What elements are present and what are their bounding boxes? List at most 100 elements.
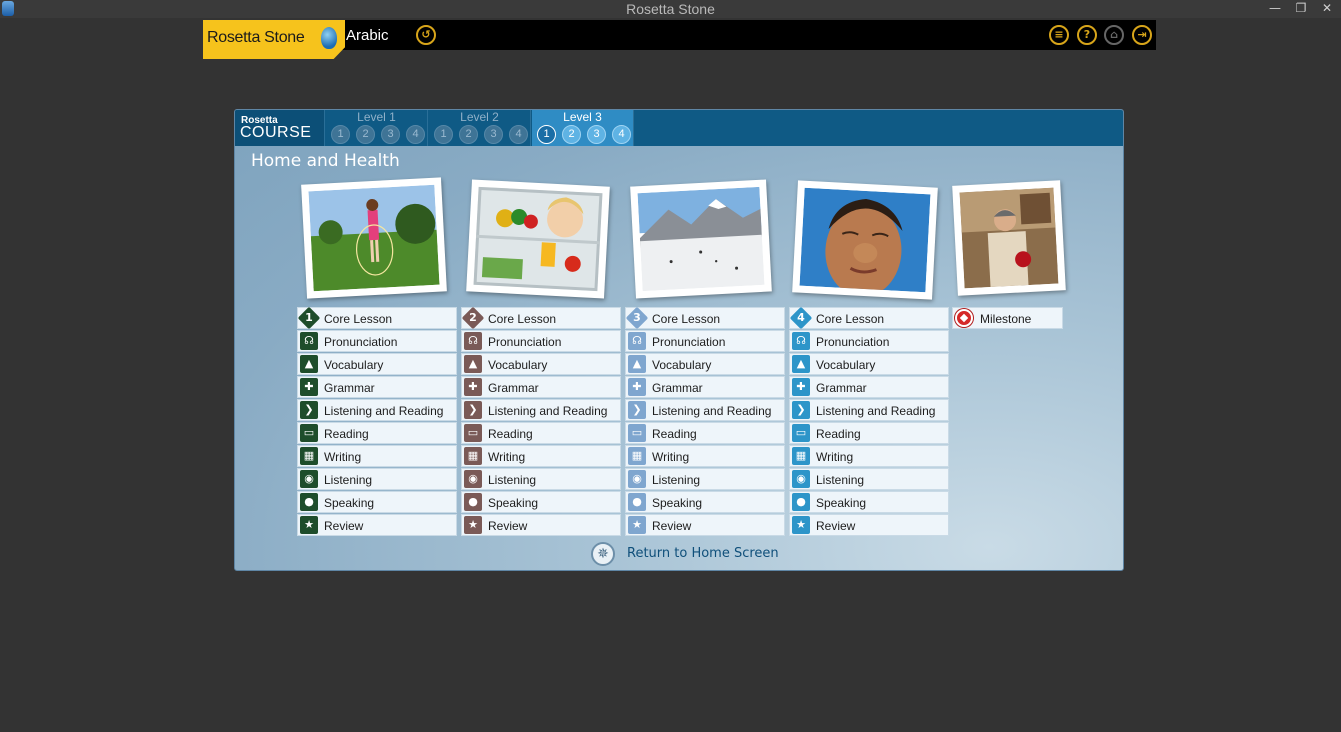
vocabulary-icon: ▲ — [464, 355, 482, 373]
lesson-review[interactable]: ★ Review — [789, 514, 949, 536]
lesson-label: Grammar — [324, 381, 375, 395]
milestone-item[interactable]: Milestone — [952, 307, 1063, 329]
lesson-listening-reading[interactable]: ❯ Listening and Reading — [297, 399, 457, 421]
lesson-label: Grammar — [652, 381, 703, 395]
lesson-listening[interactable]: ◉ Listening — [461, 468, 621, 490]
lesson-speaking[interactable]: ● Speaking — [297, 491, 457, 513]
lesson-label: Listening and Reading — [652, 404, 772, 418]
lesson-label: Core Lesson — [816, 312, 885, 326]
lesson-reading[interactable]: ▭ Reading — [297, 422, 457, 444]
compass-icon: ✵ — [591, 542, 615, 566]
lesson-vocabulary[interactable]: ▲ Vocabulary — [625, 353, 785, 375]
lesson-label: Review — [652, 519, 692, 533]
listening-icon: ◉ — [300, 470, 318, 488]
lesson-vocabulary[interactable]: ▲ Vocabulary — [789, 353, 949, 375]
help-icon[interactable]: ? — [1077, 25, 1097, 45]
lesson-speaking[interactable]: ● Speaking — [789, 491, 949, 513]
level-1-unit-4[interactable]: 4 — [406, 125, 425, 144]
lesson-listening-reading[interactable]: ❯ Listening and Reading — [461, 399, 621, 421]
pronunciation-icon: ☊ — [792, 332, 810, 350]
minimize-button[interactable]: — — [1264, 0, 1286, 16]
lesson-pronunciation[interactable]: ☊ Pronunciation — [789, 330, 949, 352]
home-icon[interactable]: ⌂ — [1104, 25, 1124, 45]
level-2-unit-1[interactable]: 1 — [434, 125, 453, 144]
lesson-writing[interactable]: ▦ Writing — [461, 445, 621, 467]
lesson-3-photo[interactable] — [630, 179, 772, 299]
lesson-label: Writing — [324, 450, 362, 464]
level-2-unit-2[interactable]: 2 — [459, 125, 478, 144]
grammar-icon: ✚ — [464, 378, 482, 396]
lesson-grammar[interactable]: ✚ Grammar — [789, 376, 949, 398]
lesson-label: Review — [324, 519, 364, 533]
level-1-tab[interactable]: Level 1 1 2 3 4 — [326, 110, 428, 146]
lesson-core[interactable]: 4 Core Lesson — [789, 306, 949, 330]
lesson-reading[interactable]: ▭ Reading — [461, 422, 621, 444]
level-3-unit-4[interactable]: 4 — [612, 125, 631, 144]
level-3-unit-1[interactable]: 1 — [537, 125, 556, 144]
lesson-speaking[interactable]: ● Speaking — [625, 491, 785, 513]
lesson-label: Speaking — [488, 496, 539, 510]
lesson-pronunciation[interactable]: ☊ Pronunciation — [461, 330, 621, 352]
lesson-label: Vocabulary — [488, 358, 548, 372]
lesson-speaking[interactable]: ● Speaking — [461, 491, 621, 513]
close-button[interactable]: ✕ — [1316, 0, 1338, 16]
lesson-label: Speaking — [652, 496, 703, 510]
level-2-unit-3[interactable]: 3 — [484, 125, 503, 144]
level-1-unit-3[interactable]: 3 — [381, 125, 400, 144]
lesson-label: Reading — [652, 427, 697, 441]
exit-icon[interactable]: ⇥ — [1132, 25, 1152, 45]
lesson-4-photo[interactable] — [792, 180, 938, 300]
lesson-grammar[interactable]: ✚ Grammar — [461, 376, 621, 398]
lesson-core[interactable]: 3 Core Lesson — [625, 306, 785, 330]
restore-button[interactable]: ❐ — [1290, 0, 1312, 16]
lesson-grammar[interactable]: ✚ Grammar — [625, 376, 785, 398]
lesson-label: Vocabulary — [324, 358, 384, 372]
listening-icon: ◉ — [628, 470, 646, 488]
lesson-1-photo[interactable] — [301, 177, 447, 299]
lesson-reading[interactable]: ▭ Reading — [625, 422, 785, 444]
listening-reading-icon: ❯ — [628, 401, 646, 419]
lesson-2-photo[interactable] — [466, 179, 610, 299]
lesson-vocabulary[interactable]: ▲ Vocabulary — [297, 353, 457, 375]
lesson-label: Listening and Reading — [816, 404, 936, 418]
lesson-label: Listening and Reading — [324, 404, 444, 418]
lesson-writing[interactable]: ▦ Writing — [297, 445, 457, 467]
list-menu-icon[interactable]: ≡ — [1049, 25, 1069, 45]
unit-1-lessons: 1 Core Lesson ☊ Pronunciation ▲ Vocabulary … — [297, 306, 457, 537]
lesson-grammar[interactable]: ✚ Grammar — [297, 376, 457, 398]
core-lesson-icon: 4 — [789, 306, 813, 330]
level-2-tab[interactable]: Level 2 1 2 3 4 — [429, 110, 531, 146]
pronunciation-icon: ☊ — [628, 332, 646, 350]
app-header: Rosetta Stone Arabic ↺ ≡ ? ⌂ ⇥ — [203, 20, 1156, 59]
lesson-label: Core Lesson — [324, 312, 393, 326]
lesson-listening-reading[interactable]: ❯ Listening and Reading — [789, 399, 949, 421]
level-3-unit-3[interactable]: 3 — [587, 125, 606, 144]
lesson-listening[interactable]: ◉ Listening — [789, 468, 949, 490]
back-icon[interactable]: ↺ — [416, 25, 436, 45]
level-1-unit-2[interactable]: 2 — [356, 125, 375, 144]
lesson-listening[interactable]: ◉ Listening — [297, 468, 457, 490]
lesson-label: Pronunciation — [324, 335, 398, 349]
level-3-unit-2[interactable]: 2 — [562, 125, 581, 144]
lesson-review[interactable]: ★ Review — [625, 514, 785, 536]
level-2-unit-4[interactable]: 4 — [509, 125, 528, 144]
lesson-review[interactable]: ★ Review — [297, 514, 457, 536]
lesson-core[interactable]: 1 Core Lesson — [297, 306, 457, 330]
lesson-listening[interactable]: ◉ Listening — [625, 468, 785, 490]
lesson-writing[interactable]: ▦ Writing — [789, 445, 949, 467]
lesson-pronunciation[interactable]: ☊ Pronunciation — [625, 330, 785, 352]
milestone-photo[interactable] — [952, 180, 1066, 296]
lesson-label: Writing — [488, 450, 526, 464]
lesson-vocabulary[interactable]: ▲ Vocabulary — [461, 353, 621, 375]
lesson-pronunciation[interactable]: ☊ Pronunciation — [297, 330, 457, 352]
milestone-icon — [955, 309, 973, 327]
lesson-listening-reading[interactable]: ❯ Listening and Reading — [625, 399, 785, 421]
lesson-core[interactable]: 2 Core Lesson — [461, 306, 621, 330]
lesson-reading[interactable]: ▭ Reading — [789, 422, 949, 444]
unit-3-lessons: 3 Core Lesson ☊ Pronunciation ▲ Vocabulary … — [625, 306, 785, 537]
lesson-review[interactable]: ★ Review — [461, 514, 621, 536]
lesson-writing[interactable]: ▦ Writing — [625, 445, 785, 467]
level-3-tab[interactable]: Level 3 1 2 3 4 — [532, 110, 634, 146]
listening-reading-icon: ❯ — [464, 401, 482, 419]
level-1-unit-1[interactable]: 1 — [331, 125, 350, 144]
